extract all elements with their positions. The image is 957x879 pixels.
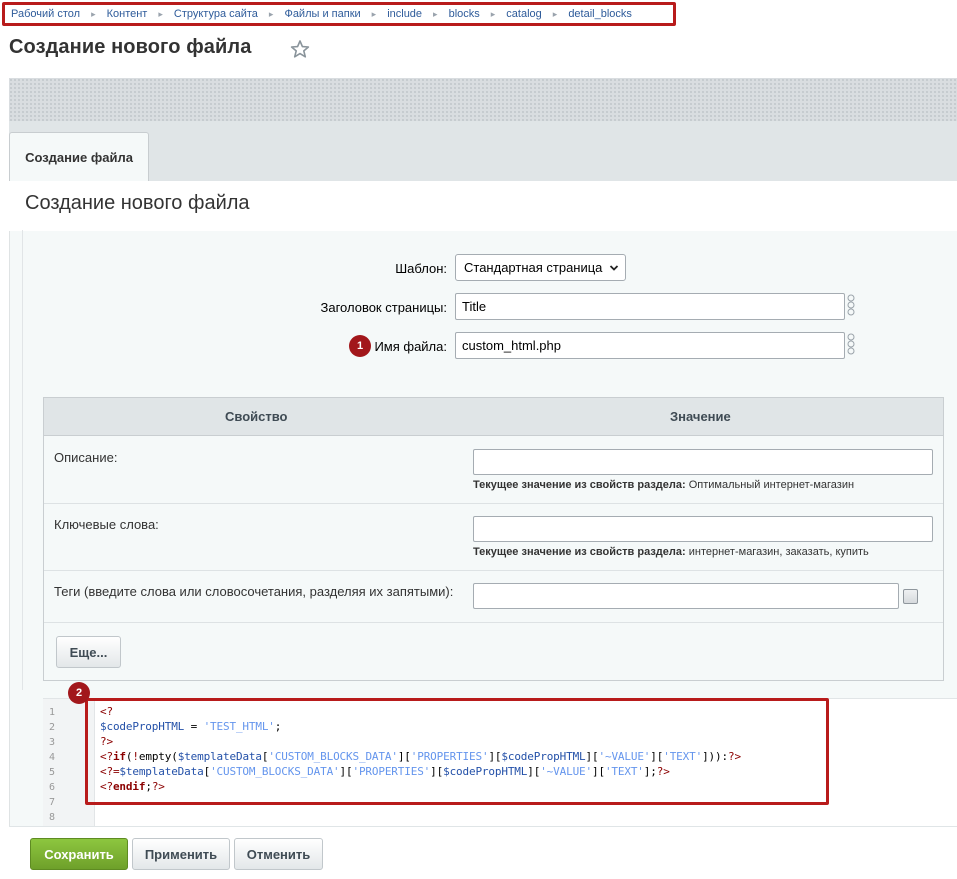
- page-title-label: Заголовок страницы:: [320, 300, 448, 315]
- step-badge: 1: [349, 335, 371, 357]
- star-icon[interactable]: [290, 39, 310, 59]
- code-line: $codePropHTML = 'TEST_HTML';: [100, 720, 282, 733]
- current-value-prefix: Текущее значение из свойств раздела:: [473, 479, 686, 491]
- breadcrumb-item[interactable]: include: [387, 8, 422, 20]
- line-number: 4: [49, 752, 56, 763]
- properties-table: Свойство Значение Описание: Текущее знач…: [43, 397, 944, 681]
- hint-icon[interactable]: [846, 294, 856, 316]
- table-row: Ключевые слова: Текущее значение из свой…: [44, 504, 943, 571]
- properties-header: Свойство Значение: [44, 398, 943, 436]
- section-title: Создание нового файла: [25, 192, 250, 214]
- apply-button[interactable]: Применить: [132, 838, 230, 870]
- breadcrumb: Рабочий стол ▸ Контент ▸ Структура сайта…: [2, 2, 676, 26]
- chevron-right-icon: ▸: [371, 8, 377, 19]
- current-value: интернет-магазин, заказать, купить: [688, 546, 869, 558]
- property-label: Описание:: [54, 450, 118, 465]
- filename-label: Имя файла:: [374, 339, 447, 354]
- breadcrumb-item[interactable]: Рабочий стол: [11, 8, 80, 20]
- line-number: 3: [49, 737, 56, 748]
- page-title: Создание нового файла: [9, 36, 252, 58]
- breadcrumb-item[interactable]: detail_blocks: [568, 8, 632, 20]
- table-row: Теги (введите слова или словосочетания, …: [44, 571, 943, 623]
- keywords-input[interactable]: [473, 516, 933, 542]
- template-select-value: Стандартная страница: [464, 260, 603, 275]
- line-number: 8: [49, 812, 56, 823]
- chevron-right-icon: ▸: [268, 8, 274, 19]
- chevron-right-icon: ▸: [490, 8, 496, 19]
- line-number: 1: [49, 707, 56, 718]
- line-number: 6: [49, 782, 56, 793]
- save-button[interactable]: Сохранить: [30, 838, 128, 870]
- breadcrumb-item[interactable]: blocks: [449, 8, 480, 20]
- hint-icon[interactable]: [846, 333, 856, 355]
- column-header-value: Значение: [670, 409, 731, 424]
- code-line: <?endif;?>: [100, 780, 165, 793]
- line-number: 2: [49, 722, 56, 733]
- chevron-right-icon: ▸: [91, 8, 96, 19]
- breadcrumb-item[interactable]: Контент: [107, 8, 148, 20]
- tab-bar: Создание файла: [9, 121, 957, 181]
- property-label: Ключевые слова:: [54, 517, 159, 532]
- description-input[interactable]: [473, 449, 933, 475]
- breadcrumb-item[interactable]: catalog: [506, 8, 541, 20]
- current-value: Оптимальный интернет-магазин: [688, 479, 855, 491]
- current-value-hint: Текущее значение из свойств раздела: Опт…: [473, 479, 854, 491]
- tags-input[interactable]: [473, 583, 899, 609]
- chevron-right-icon: ▸: [158, 8, 163, 19]
- code-line: <?: [100, 705, 113, 718]
- code-line: <?if(!empty($templateData['CUSTOM_BLOCKS…: [100, 750, 741, 763]
- template-label: Шаблон:: [395, 261, 447, 276]
- property-label: Теги (введите слова или словосочетания, …: [54, 584, 454, 599]
- divider: [22, 230, 23, 690]
- chevron-down-icon: [609, 265, 619, 271]
- current-value-hint: Текущее значение из свойств раздела: инт…: [473, 546, 869, 558]
- tags-checkbox[interactable]: [903, 589, 918, 604]
- breadcrumb-item[interactable]: Файлы и папки: [284, 8, 360, 20]
- column-header-property: Свойство: [225, 409, 288, 424]
- tab-create-file[interactable]: Создание файла: [9, 132, 149, 181]
- line-number: 7: [49, 797, 56, 808]
- cancel-button[interactable]: Отменить: [234, 838, 323, 870]
- breadcrumb-item[interactable]: Структура сайта: [174, 8, 258, 20]
- more-button[interactable]: Еще...: [56, 636, 121, 668]
- chevron-right-icon: ▸: [433, 8, 438, 19]
- line-number: 5: [49, 767, 56, 778]
- code-line: ?>: [100, 735, 113, 748]
- table-row: Описание: Текущее значение из свойств ра…: [44, 437, 943, 504]
- step-badge: 2: [68, 682, 90, 704]
- code-line: <?=$templateData['CUSTOM_BLOCKS_DATA']['…: [100, 765, 670, 778]
- current-value-prefix: Текущее значение из свойств раздела:: [473, 546, 686, 558]
- context-toolbar: [9, 78, 957, 121]
- page-title-input[interactable]: Title: [455, 293, 845, 320]
- template-select[interactable]: Стандартная страница: [455, 254, 626, 281]
- filename-input[interactable]: custom_html.php: [455, 332, 845, 359]
- chevron-right-icon: ▸: [552, 8, 558, 19]
